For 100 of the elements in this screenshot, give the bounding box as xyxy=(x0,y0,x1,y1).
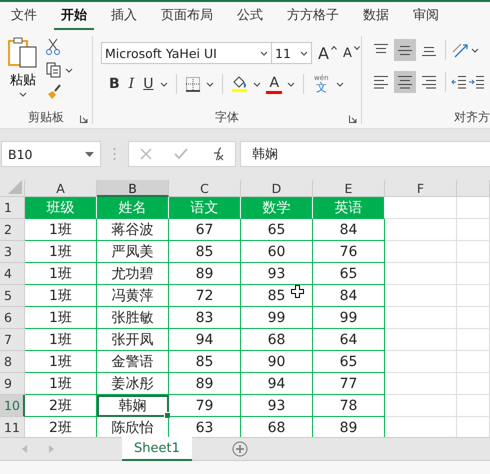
fill-handle[interactable] xyxy=(164,412,171,419)
scissors-icon[interactable] xyxy=(46,38,60,56)
align-button[interactable] xyxy=(394,39,416,61)
table-cell xyxy=(385,241,457,263)
table-cell xyxy=(457,373,490,395)
paste-button[interactable]: 粘贴 xyxy=(8,36,38,108)
caret-icon xyxy=(85,152,94,156)
ribbon-tab[interactable]: 方方格子 xyxy=(280,2,346,30)
table-cell xyxy=(457,329,490,351)
table-cell xyxy=(385,197,457,219)
column-header[interactable]: E xyxy=(313,180,385,197)
add-sheet-icon[interactable] xyxy=(232,441,248,457)
row-header[interactable]: 5 xyxy=(0,285,25,307)
row-header[interactable]: 10 xyxy=(0,395,25,417)
caret-icon[interactable] xyxy=(65,68,73,72)
ribbon-tab[interactable]: 公式 xyxy=(230,2,270,30)
table-cell: 班级 xyxy=(25,197,97,219)
column-header[interactable]: D xyxy=(241,180,313,197)
table-cell: 蒋谷波 xyxy=(97,219,169,241)
italic-button[interactable]: I xyxy=(126,76,136,92)
table-cell: 数学 xyxy=(241,197,313,219)
increase-indent-icon[interactable] xyxy=(469,75,485,89)
drag-handle-icon[interactable] xyxy=(113,147,116,161)
text-orientation-icon[interactable] xyxy=(451,42,469,58)
dialog-launcher-icon[interactable] xyxy=(349,115,357,123)
grow-font-button[interactable]: A xyxy=(316,44,331,62)
paintbrush-icon[interactable] xyxy=(46,84,62,100)
table-cell: 67 xyxy=(169,219,241,241)
row-header[interactable]: 2 xyxy=(0,219,25,241)
caret-icon[interactable] xyxy=(206,82,214,86)
table-cell: 76 xyxy=(313,241,385,263)
table-cell: 68 xyxy=(241,329,313,351)
column-header[interactable]: C xyxy=(169,180,241,197)
row-header[interactable]: 8 xyxy=(0,351,25,373)
table-cell: 1班 xyxy=(25,263,97,285)
cross-cursor-icon xyxy=(291,285,304,298)
underline-button[interactable]: U xyxy=(141,76,156,92)
table-cell: 93 xyxy=(241,395,313,417)
ribbon-tab[interactable]: 页面布局 xyxy=(154,2,220,30)
table-cell xyxy=(385,329,457,351)
row-header[interactable]: 7 xyxy=(0,329,25,351)
decrease-indent-icon[interactable] xyxy=(451,75,467,89)
sheet-tab[interactable]: Sheet1 xyxy=(122,437,192,461)
table-cell: 79 xyxy=(169,395,241,417)
table-cell: 张开凤 xyxy=(97,329,169,351)
dialog-launcher-icon[interactable] xyxy=(80,115,88,123)
row-header[interactable]: 9 xyxy=(0,373,25,395)
font-size-field[interactable]: 11 xyxy=(272,42,312,64)
table-cell: 韩娴 xyxy=(97,395,169,417)
table-cell: 60 xyxy=(241,241,313,263)
row-header[interactable]: 11 xyxy=(0,417,25,437)
column-header[interactable]: A xyxy=(25,180,97,197)
caret-icon[interactable] xyxy=(160,82,168,86)
formula-field[interactable]: 韩娴 xyxy=(240,141,490,167)
bold-button[interactable]: B xyxy=(107,76,122,92)
table-cell: 姜冰彤 xyxy=(97,373,169,395)
table-cell: 英语 xyxy=(313,197,385,219)
ribbon-tab[interactable]: 文件 xyxy=(4,2,44,30)
caret-icon[interactable] xyxy=(471,48,479,52)
table-cell: 84 xyxy=(313,285,385,307)
column-header[interactable]: F xyxy=(385,180,457,197)
caret-icon[interactable] xyxy=(336,82,344,86)
font-color-button[interactable]: A xyxy=(266,74,282,94)
table-cell: 1班 xyxy=(25,351,97,373)
row-header[interactable]: 1 xyxy=(0,197,25,219)
font-name-field[interactable]: Microsoft YaHei UI xyxy=(101,42,272,64)
table-cell: 65 xyxy=(313,263,385,285)
table-cell: 严凤美 xyxy=(97,241,169,263)
borders-icon[interactable] xyxy=(185,76,202,92)
row-header[interactable]: 6 xyxy=(0,307,25,329)
ribbon-tab[interactable]: 数据 xyxy=(356,2,396,30)
table-cell: 85 xyxy=(169,351,241,373)
align-button[interactable] xyxy=(394,71,416,93)
table-cell: 89 xyxy=(169,263,241,285)
table-cell xyxy=(385,373,457,395)
caret-icon[interactable] xyxy=(287,82,296,86)
name-box[interactable]: B10 xyxy=(1,141,101,167)
row-header[interactable]: 3 xyxy=(0,241,25,263)
caret-icon[interactable] xyxy=(253,82,262,86)
table-cell xyxy=(385,307,457,329)
copy-icon[interactable] xyxy=(46,62,62,78)
table-cell: 1班 xyxy=(25,285,97,307)
table-cell: 语文 xyxy=(169,197,241,219)
fill-color-icon[interactable] xyxy=(231,75,248,93)
table-cell: 77 xyxy=(313,373,385,395)
ribbon-tab[interactable]: 插入 xyxy=(104,2,144,30)
table-cell: 张胜敏 xyxy=(97,307,169,329)
column-header[interactable]: B xyxy=(97,180,169,197)
clipboard-icon xyxy=(8,36,38,68)
checkmark-icon[interactable] xyxy=(174,148,188,160)
shrink-font-button[interactable]: A xyxy=(340,46,354,60)
table-cell: 84 xyxy=(313,219,385,241)
ribbon-tab[interactable]: 审阅 xyxy=(406,2,446,30)
table-cell: 姓名 xyxy=(97,197,169,219)
table-cell xyxy=(457,197,490,219)
row-header[interactable]: 4 xyxy=(0,263,25,285)
table-cell xyxy=(457,285,490,307)
table-cell: 94 xyxy=(241,373,313,395)
table-cell: 89 xyxy=(169,373,241,395)
align-icon xyxy=(421,75,437,89)
